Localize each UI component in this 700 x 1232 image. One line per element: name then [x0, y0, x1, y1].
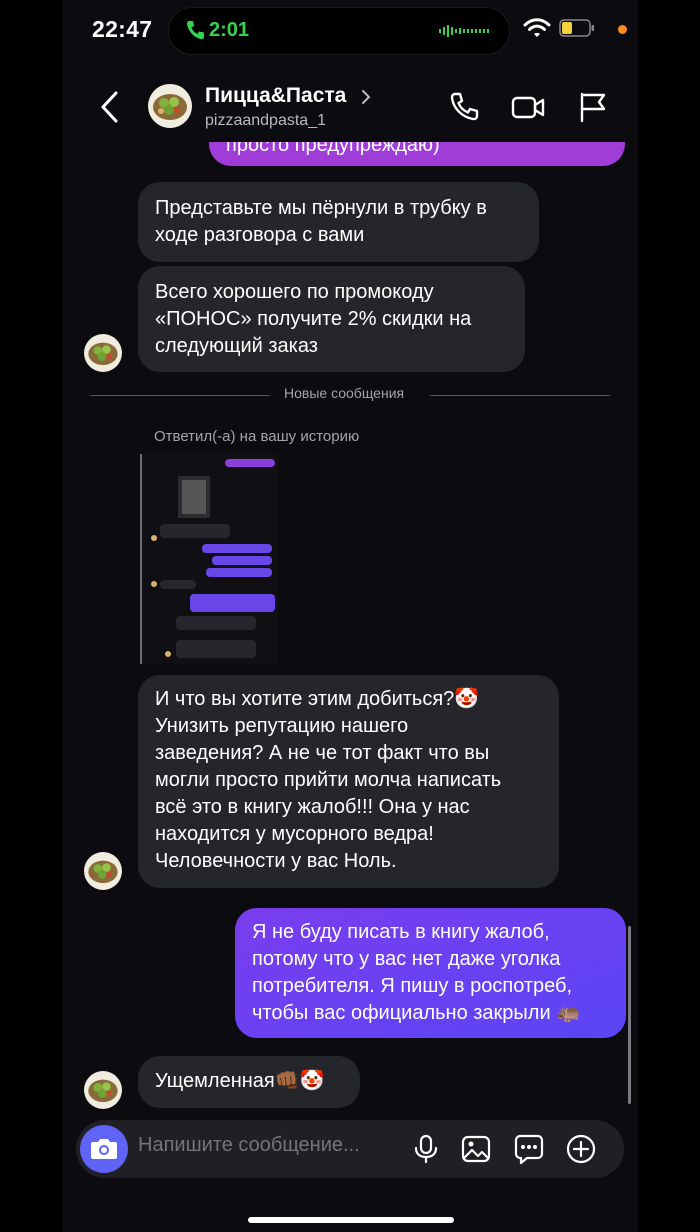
- message-input[interactable]: [138, 1134, 388, 1157]
- pizza-avatar-icon: [148, 84, 192, 128]
- message-line: Представьте мы пёрнули в трубку в: [155, 197, 487, 219]
- message-line: Унизить репутацию нашего: [155, 715, 409, 737]
- privacy-indicator: [618, 25, 627, 34]
- message-line: могли просто прийти молча написать: [155, 769, 502, 791]
- message-line: Всего хорошего по промокоду: [155, 281, 434, 303]
- pizza-avatar-icon: [84, 852, 122, 890]
- message-line: Я не буду писать в книгу жалоб,: [252, 921, 550, 943]
- story-reply-bar: [140, 454, 142, 664]
- message-line: И что вы хотите этим добиться?🤡: [155, 688, 480, 710]
- phone-frame: 22:47 2:01 Пицца&Паста pizzaandpasta_1 п…: [0, 0, 700, 1232]
- camera-button[interactable]: [80, 1125, 128, 1173]
- message-sent-1[interactable]: Я не буду писать в книгу жалоб, потому ч…: [235, 908, 626, 1038]
- sender-avatar[interactable]: [84, 334, 122, 372]
- dynamic-island[interactable]: 2:01: [168, 7, 510, 55]
- sender-avatar[interactable]: [84, 1071, 122, 1109]
- microphone-icon[interactable]: [410, 1133, 442, 1165]
- status-bar: 22:47 2:01: [62, 0, 638, 60]
- message-line: Человечности у вас Ноль.: [155, 850, 397, 872]
- message-line: потребителя. Я пишу в роспотреб,: [252, 975, 573, 997]
- divider-line-left: [90, 395, 270, 396]
- story-screenshot-image: [151, 459, 275, 658]
- clock: 22:47: [92, 16, 153, 42]
- video-icon[interactable]: [511, 90, 545, 124]
- call-duration: 2:01: [209, 19, 250, 41]
- new-messages-divider: Новые сообщения: [284, 385, 405, 401]
- message-line: чтобы вас официально закрыли 🦛: [252, 1002, 582, 1024]
- message-text: Ущемленная👊🏾🤡: [155, 1070, 325, 1092]
- story-reply-note: Ответил(-а) на вашу историю: [154, 428, 360, 445]
- gallery-icon[interactable]: [460, 1133, 492, 1165]
- contact-avatar[interactable]: [148, 84, 192, 128]
- pizza-avatar-icon: [84, 1071, 122, 1109]
- message-line: находится у мусорного ведра!: [155, 823, 434, 845]
- chevron-right-icon[interactable]: [360, 88, 372, 106]
- chat-screen: 22:47 2:01 Пицца&Паста pizzaandpasta_1 п…: [62, 0, 638, 1232]
- pizza-avatar-icon: [84, 334, 122, 372]
- message-line: «ПОНОС» получите 2% скидки на: [155, 308, 472, 330]
- home-indicator[interactable]: [248, 1217, 454, 1223]
- back-icon[interactable]: [98, 90, 120, 124]
- contact-name[interactable]: Пицца&Паста: [205, 84, 346, 108]
- message-received-1[interactable]: Представьте мы пёрнули в трубку в ходе р…: [138, 182, 539, 262]
- scrollbar[interactable]: [628, 926, 631, 1104]
- message-received-4[interactable]: Ущемленная👊🏾🤡: [138, 1056, 360, 1108]
- add-icon[interactable]: [565, 1133, 597, 1165]
- message-line: всё это в книгу жалоб!!! Она у нас: [155, 796, 470, 818]
- message-received-2[interactable]: Всего хорошего по промокоду «ПОНОС» полу…: [138, 266, 525, 372]
- message-line: заведения? А не че тот факт что вы: [155, 742, 490, 764]
- chat-header: Пицца&Паста pizzaandpasta_1: [62, 70, 638, 142]
- message-composer: [76, 1120, 624, 1178]
- battery-icon: [559, 19, 594, 37]
- wifi-icon: [523, 18, 551, 37]
- message-line: следующий заказ: [155, 335, 318, 357]
- divider-line-right: [430, 395, 610, 396]
- message-line: потому что у вас нет даже уголка: [252, 948, 561, 970]
- message-received-3[interactable]: И что вы хотите этим добиться?🤡 Унизить …: [138, 675, 559, 888]
- flag-icon[interactable]: [575, 90, 609, 124]
- sticker-icon[interactable]: [513, 1133, 545, 1165]
- phone-call-icon: [187, 21, 204, 40]
- message-line: ходе разговора с вами: [155, 224, 365, 246]
- phone-icon[interactable]: [447, 90, 481, 124]
- camera-icon: [91, 1139, 117, 1159]
- sender-avatar[interactable]: [84, 852, 122, 890]
- contact-username: pizzaandpasta_1: [205, 112, 326, 129]
- replied-story-thumbnail[interactable]: [140, 454, 278, 664]
- audio-wave-icon: [439, 25, 489, 37]
